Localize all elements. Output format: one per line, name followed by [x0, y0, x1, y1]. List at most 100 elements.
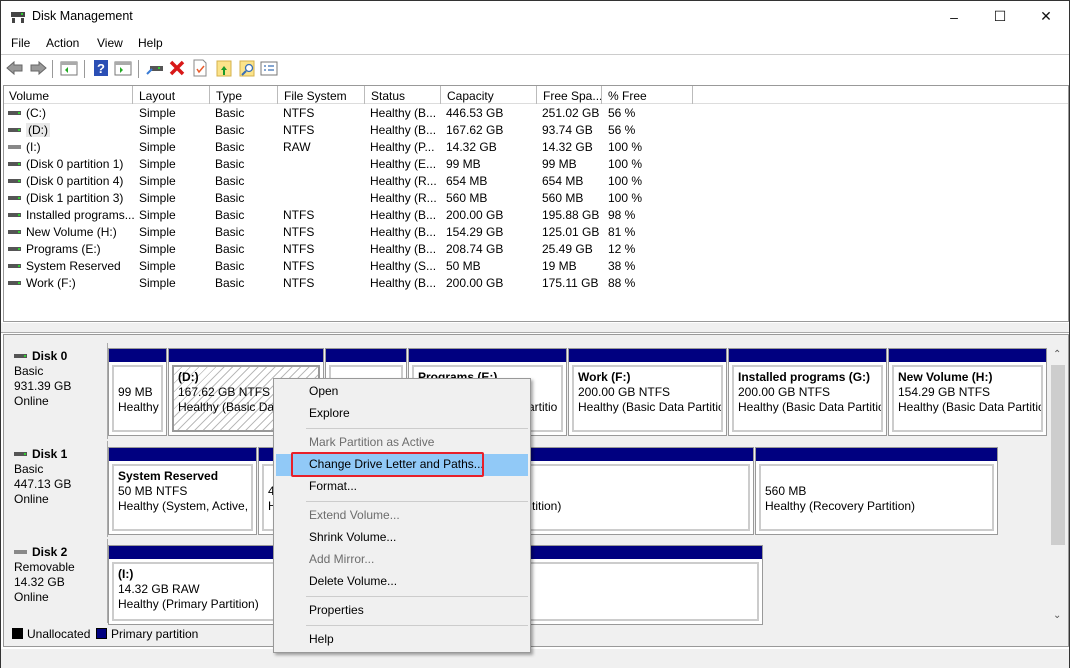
partition-name: New Volume (H:): [898, 370, 993, 384]
cell-pct: 100 %: [608, 140, 643, 154]
menu-item-mark-partition-as-active: Mark Partition as Active: [309, 435, 435, 449]
volume-name: Installed programs...: [26, 208, 135, 222]
delete-icon[interactable]: [168, 59, 186, 77]
column-header-file-system[interactable]: File System: [279, 86, 365, 104]
volume-icon: [8, 263, 21, 268]
cell-fs: [283, 191, 363, 207]
scroll-down-icon[interactable]: ⌄: [1053, 610, 1061, 621]
scroll-up-icon[interactable]: ⌃: [1053, 349, 1061, 360]
partition-disk1-recovery[interactable]: 560 MB Healthy (Recovery Partition): [755, 447, 998, 535]
window-title: Disk Management: [32, 9, 133, 23]
volume-row[interactable]: New Volume (H:) Simple Basic NTFS Healthy (B…: [4, 224, 1068, 241]
partition-new-volume-h[interactable]: New Volume (H:) 154.29 GB NTFS Healthy (Ba…: [888, 348, 1047, 436]
menu-item-delete-volume[interactable]: Delete Volume...: [276, 571, 528, 593]
menu-item-shrink-volume[interactable]: Shrink Volume...: [276, 527, 528, 549]
close-icon: ✕: [1040, 8, 1052, 24]
scrollbar-thumb[interactable]: [1051, 365, 1065, 545]
volume-name: (Disk 0 partition 4): [26, 174, 124, 188]
volume-row[interactable]: (I:) Simple Basic RAW Healthy (P... 14.32 GB 1…: [4, 139, 1068, 156]
column-header-type[interactable]: Type: [211, 86, 278, 104]
partition-size: 560 MB: [765, 484, 807, 498]
cell-volume: Installed programs...: [8, 208, 137, 224]
cell-free: 654 MB: [542, 174, 584, 188]
partition-name: Installed programs (G:): [738, 370, 871, 384]
column-header-status[interactable]: Status: [366, 86, 441, 104]
menu-file[interactable]: File: [11, 36, 30, 50]
cell-layout: Simple: [139, 242, 176, 256]
vertical-scrollbar[interactable]: ⌃ ⌄: [1050, 347, 1066, 623]
menu-item-format[interactable]: Format...: [276, 476, 528, 498]
volume-row[interactable]: (Disk 0 partition 4) Simple Basic Healthy (…: [4, 173, 1068, 190]
volume-row[interactable]: System Reserved Simple Basic NTFS Healthy (S…: [4, 258, 1068, 275]
properties-icon[interactable]: [191, 59, 209, 77]
cell-type: Basic: [215, 225, 245, 239]
cell-layout: Simple: [139, 174, 176, 188]
disk-state: Online: [14, 492, 49, 506]
volume-row[interactable]: (C:) Simple Basic NTFS Healthy (B... 446.53 G…: [4, 105, 1068, 122]
volume-row[interactable]: (Disk 0 partition 1) Simple Basic Healthy (…: [4, 156, 1068, 173]
disk-0-label[interactable]: Disk 0 Basic 931.39 GB Online: [6, 343, 108, 439]
volume-row[interactable]: (D:) Simple Basic NTFS Healthy (B... 167.62 G…: [4, 122, 1068, 139]
menu-item-properties[interactable]: Properties: [276, 600, 528, 622]
partition-status: Healthy: [118, 400, 159, 414]
connect-drive-icon[interactable]: [146, 59, 164, 77]
cell-volume: (Disk 1 partition 3): [8, 191, 137, 207]
partition-installed-programs-g[interactable]: Installed programs (G:) 200.00 GB NTFS Hea…: [728, 348, 887, 436]
cell-layout: Simple: [139, 225, 176, 239]
disk-2-label[interactable]: Disk 2 Removable 14.32 GB Online: [6, 539, 108, 623]
cell-volume: Programs (E:): [8, 242, 137, 258]
partition-status-tail: tition): [532, 499, 562, 513]
menu-item-open[interactable]: Open: [276, 381, 528, 403]
cell-volume: (C:): [8, 106, 137, 122]
disk-type: Removable: [14, 560, 75, 574]
toolbar-separator: [138, 60, 139, 78]
cell-status: Healthy (R...: [370, 174, 437, 188]
menu-help[interactable]: Help: [138, 36, 163, 50]
partition-disk0-efi[interactable]: 99 MB Healthy: [108, 348, 167, 436]
disk-state: Online: [14, 590, 49, 604]
explore-icon[interactable]: [238, 59, 256, 77]
settings-list-icon[interactable]: [260, 59, 278, 77]
menu-view[interactable]: View: [97, 36, 123, 50]
cell-type: Basic: [215, 208, 245, 222]
volume-row[interactable]: Programs (E:) Simple Basic NTFS Healthy (B..…: [4, 241, 1068, 258]
volume-row[interactable]: Installed programs... Simple Basic NTFS Heal…: [4, 207, 1068, 224]
cell-free: 175.11 GB: [542, 276, 599, 290]
partition-status: Healthy (Basic Data Partitio: [738, 400, 883, 414]
column-header-capacity[interactable]: Capacity: [442, 86, 537, 104]
column-header-layout[interactable]: Layout: [134, 86, 210, 104]
pane-splitter[interactable]: [1, 323, 1069, 333]
cell-pct: 88 %: [608, 276, 636, 290]
help-icon[interactable]: ?: [92, 59, 110, 77]
show-hide-action-pane-icon[interactable]: [114, 59, 132, 77]
partition-work-f[interactable]: Work (F:) 200.00 GB NTFS Healthy (Basic Da…: [568, 348, 727, 436]
cell-fs: NTFS: [283, 208, 315, 222]
cell-fs: [283, 174, 363, 190]
maximize-button[interactable]: ☐: [977, 1, 1023, 32]
cell-fs: RAW: [283, 140, 311, 154]
cell-free: 14.32 GB: [542, 140, 593, 154]
cell-type: Basic: [215, 140, 245, 154]
volume-row[interactable]: (Disk 1 partition 3) Simple Basic Healthy (…: [4, 190, 1068, 207]
volume-row[interactable]: Work (F:) Simple Basic NTFS Healthy (B... 200…: [4, 275, 1068, 292]
disk-type: Basic: [14, 462, 44, 476]
forward-icon[interactable]: [29, 59, 47, 77]
volume-icon: [8, 127, 21, 132]
partition-system-reserved[interactable]: System Reserved 50 MB NTFS Healthy (System…: [108, 447, 257, 535]
back-icon[interactable]: [6, 59, 24, 77]
disk-1-label[interactable]: Disk 1 Basic 447.13 GB Online: [6, 441, 108, 537]
column-header-free-space[interactable]: Free Spa...: [538, 86, 602, 104]
column-header-percent-free[interactable]: % Free: [603, 86, 693, 104]
legend-primary-partition: Primary partition: [111, 627, 199, 641]
open-folder-icon[interactable]: [215, 59, 233, 77]
menu-item-explore[interactable]: Explore: [276, 403, 528, 425]
minimize-icon: –: [950, 8, 958, 25]
minimize-button[interactable]: –: [931, 1, 977, 32]
volume-icon: [8, 110, 21, 115]
cell-pct: 81 %: [608, 225, 636, 239]
menu-action[interactable]: Action: [46, 36, 79, 50]
column-header-volume[interactable]: Volume: [4, 86, 133, 104]
show-hide-console-tree-icon[interactable]: [60, 59, 78, 77]
close-button[interactable]: ✕: [1023, 1, 1069, 32]
menu-item-help[interactable]: Help: [276, 629, 528, 651]
